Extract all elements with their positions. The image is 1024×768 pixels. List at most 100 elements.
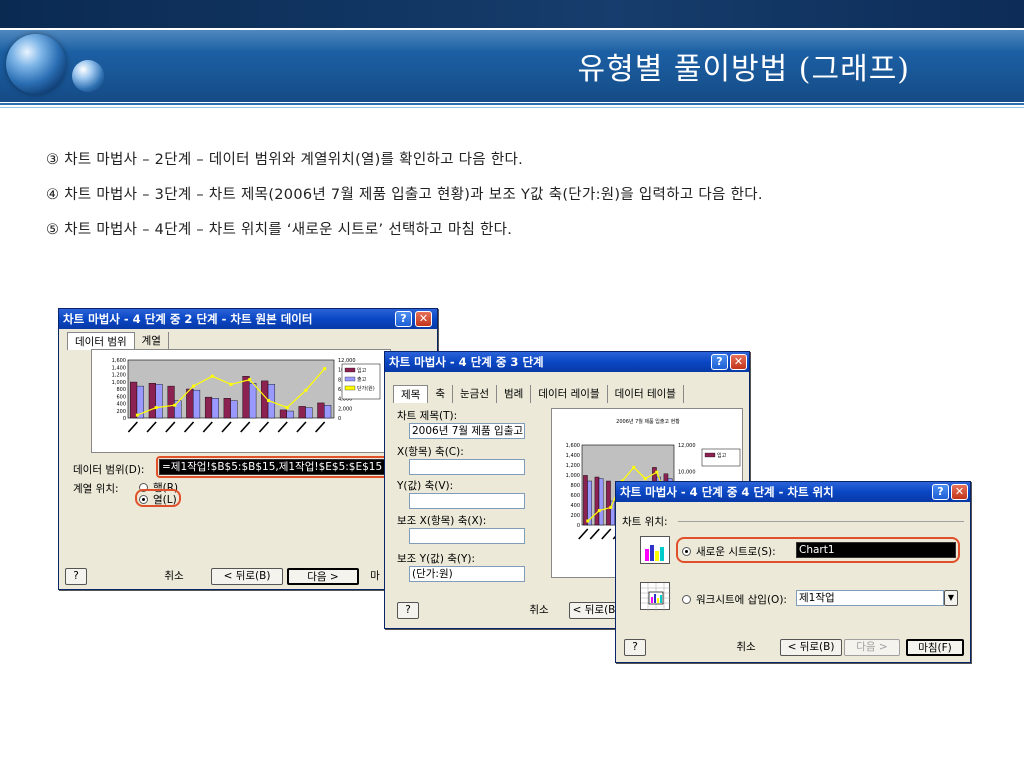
step2-tabs: 데이터 범위 계열 [67,332,169,350]
y-axis-input[interactable] [409,493,525,509]
y2-tick-label: 12,000 [338,358,356,364]
step2-next-button[interactable]: 다음 > [287,568,359,585]
bar-in [130,381,138,419]
price-marker [135,413,139,417]
step4-help-button[interactable]: ? [624,639,646,656]
step2-help-title-button[interactable]: ? [395,311,412,327]
series-column-highlight [135,489,181,507]
y-tick-label: 800 [116,387,126,393]
tab-titles[interactable]: 제목 [393,385,429,403]
price-marker [655,470,659,474]
category-label-mark [165,421,176,433]
bar-out [324,405,332,419]
x-axis-input[interactable] [409,459,525,475]
price-marker [632,465,636,469]
category-label-mark [146,421,157,433]
bar-in [594,476,600,526]
tab-series[interactable]: 계열 [135,332,169,350]
bar-in [317,402,325,419]
chart-location-group-line [678,521,964,522]
step4-cancel-button[interactable]: 취소 [716,639,776,656]
y-tick-label: 400 [570,503,580,509]
globe-logo-icon [6,34,66,94]
price-marker [304,388,308,392]
bar-in [583,475,588,526]
bar-out [305,407,313,419]
bar-out [155,384,163,419]
category-label-mark [221,421,232,433]
bar-out [230,400,238,419]
category-label-mark [127,421,138,433]
step4-next-button[interactable]: 다음 > [844,639,900,656]
y-tick-label: 600 [116,394,126,400]
y2-axis-input[interactable]: (단가:원) [409,566,525,582]
category-label-mark [315,421,326,433]
slide-header: 유형별 풀이방법 (그래프) [0,0,1024,112]
y-tick-label: 0 [577,523,580,529]
legend-swatch [344,385,356,391]
step2-chart-preview: 1,6001,4001,2001,000800600400200012,0001… [91,349,391,453]
step3-help-button[interactable]: ? [397,602,419,619]
x2-axis-input[interactable] [409,528,525,544]
y2-tick-label: 10,000 [678,470,696,476]
step4-close-button[interactable]: ✕ [951,484,968,500]
preview-chart-title: 2006년 7월 제품 입출고 현황 [616,418,680,425]
y-tick-label: 200 [116,409,126,415]
bar-out [249,383,257,419]
as-object-dropdown-arrow-icon[interactable]: ▼ [944,590,958,606]
step2-back-button[interactable]: < 뒤로(B) [211,568,283,585]
data-range-highlight [156,456,392,478]
y2-tick-label: 12,000 [678,443,696,449]
as-object-sheet-icon [640,582,671,611]
category-label-mark [277,421,288,433]
step4-finish-button[interactable]: 마침(F) [906,639,964,656]
y-tick-label: 1,000 [566,473,580,479]
as-object-radio[interactable] [682,595,691,604]
bar-in [606,480,611,526]
y2-tick-label: 0 [338,416,341,422]
as-object-sheet-select[interactable]: 제1작업 [796,590,944,606]
price-marker [597,509,601,513]
step3-back-button[interactable]: < 뒤로(B [569,602,619,619]
chart-title-input[interactable]: 2006년 7월 제품 입출고 현 [409,423,525,439]
bar-in [148,383,156,419]
y-tick-label: 1,200 [566,463,580,469]
tab-data-table[interactable]: 데이터 테이블 [608,385,684,403]
step2-help-button[interactable]: ? [65,568,87,585]
as-object-label[interactable]: 워크시트에 삽입(O): [696,592,787,607]
y-tick-label: 200 [570,513,580,519]
bar-in [186,388,194,419]
small-globe-icon [72,60,104,92]
chart-wizard-step4-dialog: 차트 마법사 - 4 단계 중 4 단계 - 차트 위치 ? ✕ 차트 위치: … [615,481,971,663]
price-marker [643,477,647,481]
tab-data-labels[interactable]: 데이터 레이블 [531,385,608,403]
slide-title: 유형별 풀이방법 (그래프) [577,52,910,87]
price-marker [248,378,252,382]
bar-in [298,406,306,419]
step2-preview-chart: 1,6001,4001,2001,000800600400200012,0001… [112,358,381,433]
step4-back-button[interactable]: < 뒤로(B) [780,639,842,656]
step4-title: 차트 마법사 - 4 단계 중 4 단계 - 차트 위치 [620,485,834,499]
step3-close-button[interactable]: ✕ [730,354,747,370]
bar-out [598,478,604,526]
step3-cancel-button[interactable]: 취소 [511,602,567,619]
bar-out [192,389,201,419]
tab-data-range[interactable]: 데이터 범위 [67,332,135,350]
price-marker [154,406,158,410]
step4-help-title-button[interactable]: ? [932,484,949,500]
tab-gridlines[interactable]: 눈금선 [453,385,497,403]
step3-help-title-button[interactable]: ? [711,354,728,370]
legend-label: 입고 [357,367,367,374]
bar-out [211,398,219,419]
legend-swatch [344,376,356,382]
tab-axes[interactable]: 축 [428,385,453,403]
price-marker [229,382,233,386]
step2-close-button[interactable]: ✕ [415,311,432,327]
legend-swatch [704,452,716,458]
tab-legend[interactable]: 범례 [497,385,532,403]
as-object-sheet-glyph [641,583,671,611]
category-label-mark [589,528,600,540]
bar-in [204,396,213,419]
y-tick-label: 400 [116,402,126,408]
step2-cancel-button[interactable]: 취소 [141,568,207,585]
